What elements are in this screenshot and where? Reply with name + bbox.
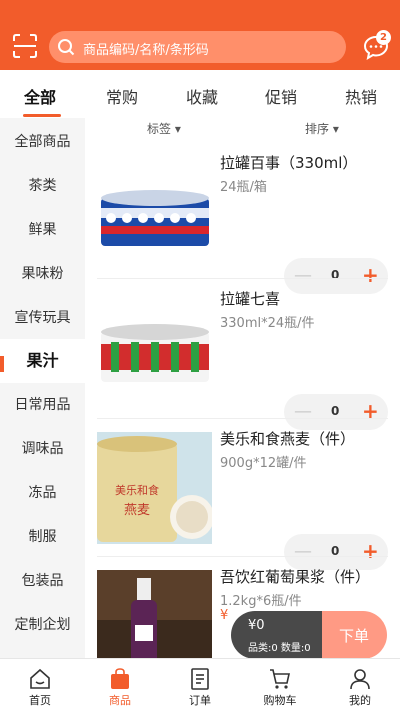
nav-home-label[interactable]: 首页 <box>10 692 70 708</box>
product-spec: 900g*12罐/件 <box>220 456 307 471</box>
search-placeholder[interactable]: 商品编码/名称/条形码 <box>83 39 209 58</box>
tag-filter-label[interactable]: 标签 <box>147 122 171 136</box>
cart-icon <box>270 669 290 689</box>
nav-cart[interactable]: 购物车 <box>250 667 310 707</box>
product-name[interactable]: 美乐和食燕麦（件） <box>220 428 355 449</box>
product-spec: 330ml*24瓶/件 <box>220 316 315 331</box>
product-spec: 1.2kg*6瓶/件 <box>220 594 302 609</box>
product-item[interactable]: 拉罐七喜 330ml*24瓶/件 — 0 + <box>97 280 400 430</box>
cart-summary[interactable]: ¥0 品类:0 数量:0 <box>231 611 322 659</box>
product-image-oats: 美乐和食 燕麦 <box>97 432 212 544</box>
quantity-value[interactable]: 0 <box>331 404 339 418</box>
home-icon <box>30 668 50 689</box>
sidebar-item-fresh-fruit[interactable]: 鲜果 <box>0 208 85 252</box>
cart-bar: ¥0 品类:0 数量:0 下单 <box>231 611 387 659</box>
sidebar-active-marker <box>0 356 4 372</box>
place-order-button[interactable]: 下单 <box>322 611 387 659</box>
sidebar-item-frozen[interactable]: 冻品 <box>0 471 85 515</box>
active-tab-indicator <box>23 114 61 117</box>
sidebar-item-all-products[interactable]: 全部商品 <box>0 120 85 164</box>
product-name[interactable]: 吾饮红葡萄果浆（件） <box>220 566 370 587</box>
product-price: ¥ <box>220 608 229 623</box>
shopping-bag-icon <box>111 668 129 689</box>
sidebar-item-promo-toys[interactable]: 宣传玩具 <box>0 296 85 340</box>
search-icon <box>58 39 75 56</box>
divider <box>97 418 388 419</box>
tab-frequent[interactable]: 常购 <box>106 84 138 108</box>
nav-products[interactable]: 商品 <box>90 667 150 707</box>
divider <box>97 278 388 279</box>
sort-filter-label[interactable]: 排序 <box>305 122 329 136</box>
search-bar[interactable]: 商品编码/名称/条形码 <box>49 31 346 63</box>
oats-brand-text: 美乐和食 <box>115 483 159 497</box>
nav-products-label[interactable]: 商品 <box>90 692 150 708</box>
bottom-nav: 首页 商品 订单 购物车 我的 <box>0 658 400 711</box>
nav-profile[interactable]: 我的 <box>330 667 390 707</box>
tag-filter[interactable]: 标签 ▾ <box>147 120 181 137</box>
sidebar-item-tea[interactable]: 茶类 <box>0 164 85 208</box>
tab-promotions[interactable]: 促销 <box>265 84 297 108</box>
nav-cart-label[interactable]: 购物车 <box>250 692 310 708</box>
product-item[interactable]: 美乐和食 燕麦 美乐和食燕麦（件） 900g*12罐/件 — 0 + <box>97 420 400 570</box>
scan-icon[interactable] <box>12 33 38 59</box>
nav-home[interactable]: 首页 <box>10 667 70 707</box>
filter-bar: 标签 ▾ 排序 ▾ <box>85 118 400 136</box>
top-header: 商品编码/名称/条形码 2 <box>0 0 400 70</box>
nav-orders-label[interactable]: 订单 <box>170 692 230 708</box>
product-spec: 24瓶/箱 <box>220 180 267 195</box>
product-image-pepsi <box>97 156 212 268</box>
sidebar-item-packaging[interactable]: 包装品 <box>0 559 85 603</box>
oats-product-text: 燕麦 <box>124 503 150 518</box>
sidebar-item-daily-goods[interactable]: 日常用品 <box>0 383 85 427</box>
category-tabs: 全部 常购 收藏 促销 热销 <box>0 70 400 118</box>
cart-total-price: ¥0 <box>248 618 265 633</box>
product-item[interactable]: 拉罐百事（330ml） 24瓶/箱 — 0 + <box>97 144 400 294</box>
tab-all[interactable]: 全部 <box>24 84 56 108</box>
order-list-icon <box>191 668 209 690</box>
user-icon <box>350 669 370 690</box>
nav-orders[interactable]: 订单 <box>170 667 230 707</box>
sidebar-item-juice[interactable]: 果汁 <box>0 339 85 383</box>
product-name[interactable]: 拉罐七喜 <box>220 288 280 309</box>
category-sidebar: 全部商品 茶类 鲜果 果味粉 宣传玩具 果汁 日常用品 调味品 冻品 制服 包装… <box>0 118 85 658</box>
place-order-label[interactable]: 下单 <box>339 625 369 646</box>
sidebar-item-fruit-powder[interactable]: 果味粉 <box>0 252 85 296</box>
divider <box>97 556 388 557</box>
sidebar-item-custom[interactable]: 定制企划 <box>0 603 85 647</box>
tab-hot[interactable]: 热销 <box>345 84 377 108</box>
product-image-grape-syrup <box>97 570 212 658</box>
sort-filter[interactable]: 排序 ▾ <box>305 120 339 137</box>
product-name[interactable]: 拉罐百事（330ml） <box>220 152 357 173</box>
product-image-7up <box>97 292 212 404</box>
product-list: 标签 ▾ 排序 ▾ 拉罐百事（330ml） 24瓶/箱 — 0 + 拉罐七喜 3… <box>85 118 400 658</box>
sidebar-item-uniform[interactable]: 制服 <box>0 515 85 559</box>
nav-profile-label[interactable]: 我的 <box>330 692 390 708</box>
message-badge: 2 <box>376 30 391 45</box>
sidebar-item-seasoning[interactable]: 调味品 <box>0 427 85 471</box>
tab-favorites[interactable]: 收藏 <box>186 84 218 108</box>
cart-count-info: 品类:0 数量:0 <box>248 643 311 654</box>
